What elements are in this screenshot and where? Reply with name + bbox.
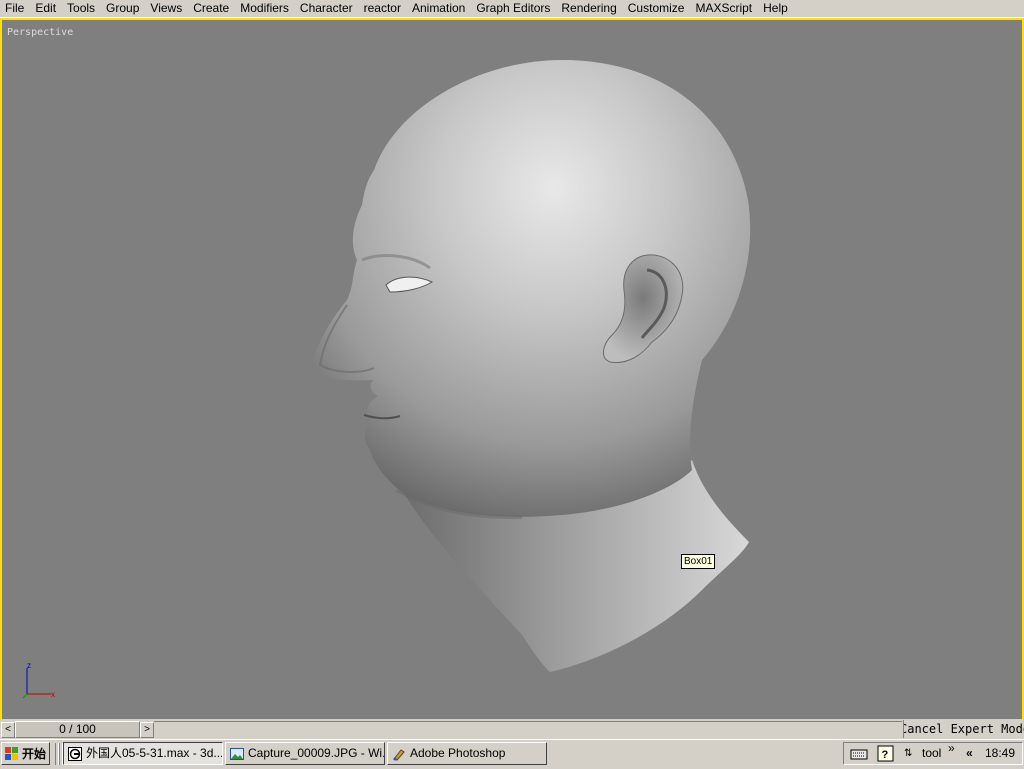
expand-tray-chevron-icon[interactable]: « [966, 743, 973, 764]
time-slider-bar: < 0 / 100 > Cancel Expert Mode [0, 720, 1024, 738]
menu-animation[interactable]: Animation [407, 0, 471, 17]
system-tray: ? ⇅ tool » « 18:49 [843, 741, 1023, 765]
menu-reactor[interactable]: reactor [359, 0, 407, 17]
menu-create[interactable]: Create [188, 0, 235, 17]
head-shape [312, 60, 751, 517]
menu-bar: File Edit Tools Group Views Create Modifiers Ch… [0, 0, 1024, 18]
menu-group[interactable]: Group [101, 0, 145, 17]
menu-edit[interactable]: Edit [30, 0, 62, 17]
time-slider-track[interactable] [154, 721, 902, 737]
menu-tools[interactable]: Tools [62, 0, 101, 17]
axis-z-label: z [27, 661, 31, 670]
time-prev-button[interactable]: < [1, 722, 15, 738]
perspective-viewport[interactable]: Perspective Box01 z x [0, 18, 1024, 721]
menu-maxscript[interactable]: MAXScript [690, 0, 758, 17]
task-3dsmax[interactable]: 外国人05-5-31.max - 3d... [63, 742, 223, 765]
image-viewer-icon [230, 747, 244, 760]
menu-views[interactable]: Views [145, 0, 188, 17]
svg-text:?: ? [882, 749, 889, 761]
task-photoshop[interactable]: Adobe Photoshop [387, 742, 547, 765]
start-label: 开始 [22, 747, 47, 761]
cancel-expert-mode-label: Cancel Expert Mode [903, 722, 1024, 736]
menu-help[interactable]: Help [758, 0, 794, 17]
object-tooltip: Box01 [681, 554, 716, 569]
time-slider-thumb[interactable]: 0 / 100 [15, 721, 140, 738]
tool-toolbar-label[interactable]: tool [922, 743, 941, 764]
windows-logo-icon [5, 747, 18, 760]
menu-customize[interactable]: Customize [623, 0, 691, 17]
task-image-viewer[interactable]: Capture_00009.JPG - Wi... [225, 742, 385, 765]
language-toggle-icon[interactable]: ⇅ [904, 743, 912, 764]
cancel-expert-mode-button[interactable]: Cancel Expert Mode [903, 720, 1024, 738]
time-next-button[interactable]: > [140, 722, 154, 738]
menu-character[interactable]: Character [295, 0, 359, 17]
head-model[interactable] [2, 20, 1022, 719]
menu-file[interactable]: File [0, 0, 30, 17]
task-label: Capture_00009.JPG - Wi... [248, 746, 385, 760]
task-label: 外国人05-5-31.max - 3d... [86, 746, 223, 760]
clock[interactable]: 18:49 [985, 743, 1015, 764]
menu-graph-editors[interactable]: Graph Editors [471, 0, 556, 17]
keyboard-icon[interactable] [850, 746, 868, 762]
menu-rendering[interactable]: Rendering [556, 0, 622, 17]
toolbar-chevron-icon[interactable]: » [948, 738, 955, 759]
3dsmax-icon [68, 746, 82, 761]
windows-taskbar: 开始 外国人05-5-31.max - 3d... Capture_00009.… [0, 739, 1024, 769]
axis-tripod-icon: z x [22, 661, 55, 699]
start-button[interactable]: 开始 [1, 742, 50, 765]
photoshop-icon [393, 748, 405, 761]
help-icon[interactable]: ? [877, 745, 894, 762]
menu-modifiers[interactable]: Modifiers [235, 0, 295, 17]
axis-x-label: x [51, 690, 55, 699]
task-label: Adobe Photoshop [410, 746, 506, 760]
